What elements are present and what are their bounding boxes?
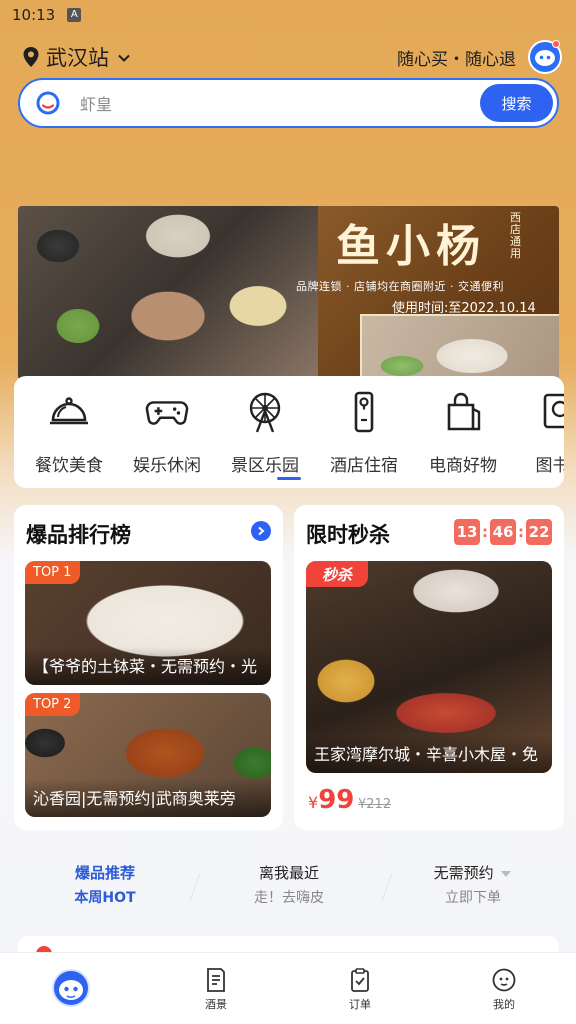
cloche-icon bbox=[47, 390, 91, 434]
status-bar: 10:13 A bbox=[0, 0, 576, 30]
nav-label: 酒景 bbox=[205, 998, 227, 1011]
top-badge: TOP 1 bbox=[25, 561, 81, 584]
banner-side-text: 西店通用 bbox=[510, 211, 521, 260]
tab-no-reservation[interactable]: 无需预约 立即下单 bbox=[398, 862, 548, 907]
category-label: 电商好物 bbox=[429, 456, 497, 476]
receipt-icon bbox=[203, 967, 229, 993]
promo-banner[interactable]: 鱼小杨 西店通用 品牌连锁 · 店铺均在商圈附近 · 交通便利 使用时间:至20… bbox=[18, 206, 559, 380]
banner-food-image bbox=[18, 206, 318, 380]
banner-subtitle: 品牌连锁 · 店铺均在商圈附近 · 交通便利 bbox=[296, 280, 504, 293]
banner-title: 鱼小杨 bbox=[336, 221, 486, 272]
flash-sale-image[interactable]: 秒杀 王家湾摩尔城・辛喜小木屋・免 bbox=[306, 561, 552, 773]
avatar[interactable] bbox=[528, 40, 562, 74]
profile-icon bbox=[491, 967, 517, 993]
shopping-bag-icon bbox=[441, 390, 485, 434]
tab-sub-label: 走！去嗨皮 bbox=[254, 890, 324, 906]
location-row: 武汉站 随心买・随心退 bbox=[22, 40, 562, 74]
category-books[interactable]: 图书频 bbox=[511, 390, 564, 476]
price-currency: ¥ bbox=[308, 793, 319, 812]
category-label: 图书频 bbox=[535, 456, 565, 476]
ferris-wheel-icon bbox=[243, 390, 287, 434]
hot-rank-caption: 沁香园|无需预约|武商奥莱旁 bbox=[25, 779, 271, 817]
category-hotels[interactable]: 酒店住宿 bbox=[314, 390, 414, 476]
sale-price: ¥99 bbox=[308, 785, 354, 815]
book-search-icon bbox=[539, 390, 564, 434]
tab-main-label: 无需预约 bbox=[398, 862, 548, 883]
category-strip: 餐饮美食 娱乐休闲 景区乐园 酒店住宿 电商好物 图书频 bbox=[14, 376, 564, 488]
countdown-timer: 13 : 46 : 22 bbox=[454, 519, 552, 545]
flash-sale-badge: 秒杀 bbox=[306, 561, 368, 587]
home-mascot-icon[interactable] bbox=[52, 969, 90, 1007]
tab-hot-picks[interactable]: 爆品推荐 本周HOT bbox=[30, 862, 180, 907]
tab-main-label: 离我最近 bbox=[258, 864, 319, 882]
category-label: 娱乐休闲 bbox=[133, 456, 201, 476]
caret-down-icon bbox=[501, 871, 512, 877]
category-dining[interactable]: 餐饮美食 bbox=[19, 390, 119, 476]
search-bar[interactable]: 虾皇 搜索 bbox=[18, 78, 559, 128]
category-ecommerce[interactable]: 电商好物 bbox=[413, 390, 513, 476]
slogan-text: 随心买・随心退 bbox=[397, 50, 516, 70]
chevron-down-icon[interactable] bbox=[117, 50, 131, 64]
category-label: 酒店住宿 bbox=[330, 456, 398, 476]
category-entertainment[interactable]: 娱乐休闲 bbox=[117, 390, 217, 476]
nav-label: 订单 bbox=[349, 998, 371, 1011]
price-value: 99 bbox=[318, 785, 355, 815]
banner-text-panel: 鱼小杨 西店通用 品牌连锁 · 店铺均在商圈附近 · 交通便利 使用时间:至20… bbox=[296, 206, 559, 380]
hot-rank-card: 爆品排行榜 TOP 1 【爷爷的土钵菜・无需预约・光 TOP 2 沁香园|无需预… bbox=[14, 505, 283, 830]
recommend-tabs: 爆品推荐 本周HOT 离我最近 走！去嗨皮 无需预约 立即下单 bbox=[14, 850, 564, 920]
tab-divider bbox=[188, 874, 212, 902]
notification-dot bbox=[552, 40, 560, 48]
hot-rank-caption: 【爷爷的土钵菜・无需预约・光 bbox=[25, 647, 271, 685]
timer-hours: 13 bbox=[454, 519, 480, 545]
gamepad-icon bbox=[145, 390, 189, 434]
nav-profile[interactable]: 我的 bbox=[464, 967, 544, 1012]
nav-attractions[interactable]: 酒景 bbox=[176, 967, 256, 1012]
flash-sale-caption: 王家湾摩尔城・辛喜小木屋・免 bbox=[306, 735, 552, 773]
tab-sub-label: 本周HOT bbox=[74, 890, 136, 906]
bottom-nav: 酒景 订单 我的 bbox=[0, 952, 576, 1024]
timer-minutes: 46 bbox=[490, 519, 516, 545]
tab-main-label: 爆品推荐 bbox=[74, 864, 135, 882]
location-name[interactable]: 武汉站 bbox=[46, 42, 109, 72]
hot-rank-title: 爆品排行榜 bbox=[26, 523, 131, 547]
search-input[interactable]: 虾皇 bbox=[80, 91, 480, 115]
banner-dish-photo bbox=[360, 314, 559, 380]
nav-orders[interactable]: 订单 bbox=[320, 967, 400, 1012]
category-label: 餐饮美食 bbox=[35, 456, 103, 476]
original-price: ¥212 bbox=[358, 797, 392, 812]
nav-label: 我的 bbox=[493, 998, 515, 1011]
flash-sale-title: 限时秒杀 bbox=[306, 523, 390, 547]
search-logo-icon bbox=[34, 89, 62, 117]
hot-rank-item-2[interactable]: TOP 2 沁香园|无需预约|武商奥莱旁 bbox=[25, 693, 271, 817]
category-label: 景区乐园 bbox=[231, 456, 299, 476]
status-time: 10:13 bbox=[12, 6, 56, 24]
category-active-indicator bbox=[277, 477, 301, 480]
location-pin-icon[interactable] bbox=[22, 46, 40, 68]
chevron-right-icon[interactable] bbox=[251, 521, 271, 541]
category-attractions[interactable]: 景区乐园 bbox=[215, 390, 315, 476]
order-clipboard-icon bbox=[347, 967, 373, 993]
timer-seconds: 22 bbox=[526, 519, 552, 545]
search-button[interactable]: 搜索 bbox=[480, 84, 553, 122]
top-badge: TOP 2 bbox=[25, 693, 81, 716]
tab-sub-label: 立即下单 bbox=[445, 890, 501, 906]
tab-nearby[interactable]: 离我最近 走！去嗨皮 bbox=[214, 862, 364, 907]
status-notification-icon: A bbox=[67, 8, 82, 22]
hot-rank-item-1[interactable]: TOP 1 【爷爷的土钵菜・无需预约・光 bbox=[25, 561, 271, 685]
flash-sale-card[interactable]: 限时秒杀 13 : 46 : 22 秒杀 王家湾摩尔城・辛喜小木屋・免 ¥99 … bbox=[294, 505, 564, 830]
door-hanger-icon bbox=[342, 390, 386, 434]
